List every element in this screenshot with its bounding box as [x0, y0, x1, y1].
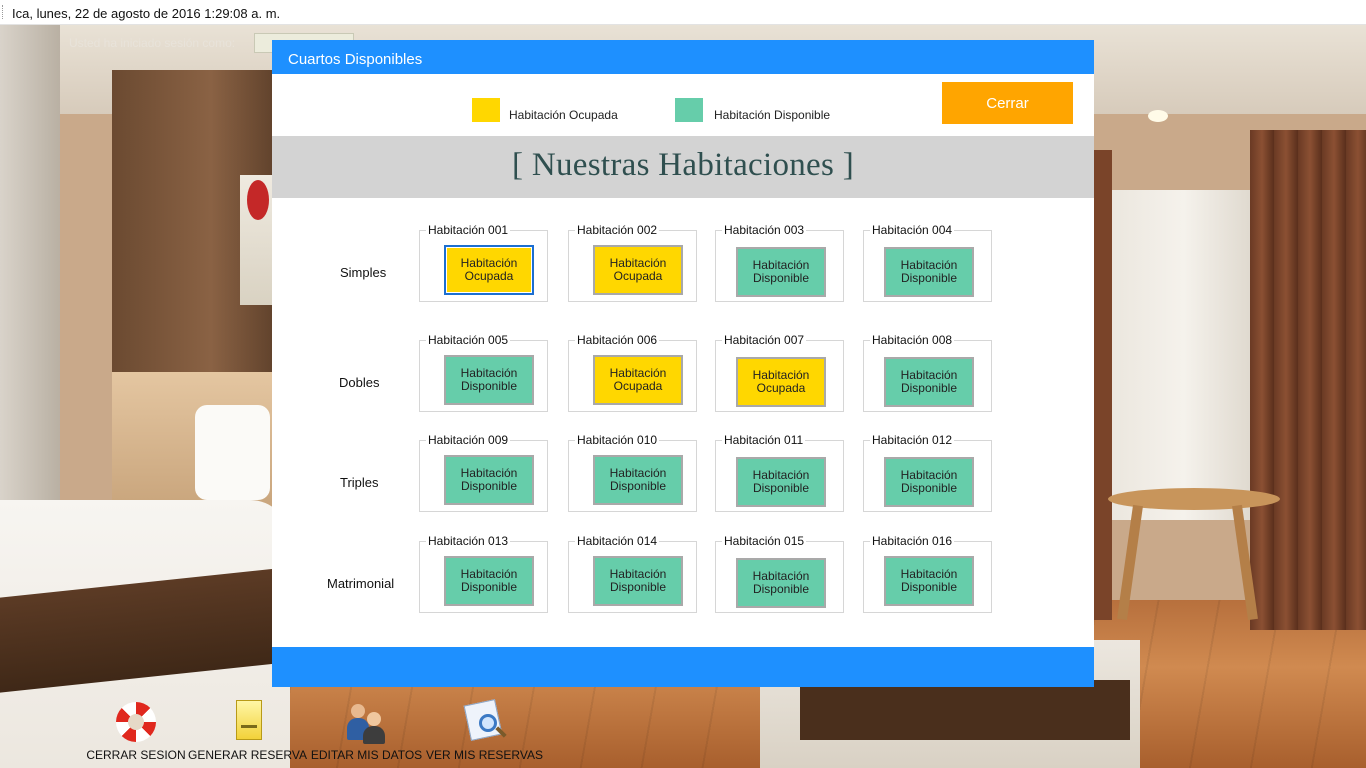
- status-datetime: Ica, lunes, 22 de agosto de 2016 1:29:08…: [12, 6, 281, 21]
- room-status-line2: Ocupada: [756, 381, 806, 395]
- room-button-009[interactable]: Habitación Disponible: [444, 455, 534, 505]
- room-status-line2: Disponible: [900, 481, 958, 495]
- room-group-001: Habitación 001 Habitación Ocupada: [419, 223, 548, 302]
- room-group-009: Habitación 009 Habitación Disponible: [419, 433, 548, 512]
- room-name: Habitación 012: [870, 433, 955, 447]
- room-group-004: Habitación 004 Habitación Disponible: [863, 223, 992, 302]
- dialog-title: Cuartos Disponibles: [288, 51, 423, 68]
- room-button-014[interactable]: Habitación Disponible: [593, 556, 683, 606]
- room-button-016[interactable]: Habitación Disponible: [884, 556, 974, 606]
- room-name: Habitación 014: [575, 534, 660, 548]
- room-group-006: Habitación 006 Habitación Ocupada: [568, 333, 697, 412]
- room-group-012: Habitación 012 Habitación Disponible: [863, 433, 992, 512]
- room-group-013: Habitación 013 Habitación Disponible: [419, 534, 548, 613]
- room-name: Habitación 010: [575, 433, 660, 447]
- search-document-icon: [461, 698, 509, 746]
- room-group-011: Habitación 011 Habitación Disponible: [715, 433, 844, 512]
- room-group-002: Habitación 002 Habitación Ocupada: [568, 223, 697, 302]
- room-button-013[interactable]: Habitación Disponible: [444, 556, 534, 606]
- create-reservation-label: GENERAR RESERVA: [188, 748, 307, 762]
- room-status-line2: Disponible: [460, 479, 518, 493]
- room-name: Habitación 007: [722, 333, 807, 347]
- room-group-010: Habitación 010 Habitación Disponible: [568, 433, 697, 512]
- room-status-line2: Disponible: [900, 381, 958, 395]
- room-status-line2: Disponible: [460, 379, 518, 393]
- dialog-titlebar: Cuartos Disponibles: [272, 40, 1094, 74]
- room-name: Habitación 002: [575, 223, 660, 237]
- room-status-line2: Ocupada: [464, 269, 514, 283]
- room-name: Habitación 001: [426, 223, 511, 237]
- room-name: Habitación 016: [870, 534, 955, 548]
- room-button-001[interactable]: Habitación Ocupada: [444, 245, 534, 295]
- logout-button[interactable]: CERRAR SESION: [86, 698, 186, 768]
- room-button-007[interactable]: Habitación Ocupada: [736, 357, 826, 407]
- room-name: Habitación 005: [426, 333, 511, 347]
- heading-band: [ Nuestras Habitaciones ]: [272, 136, 1094, 198]
- edit-profile-label: EDITAR MIS DATOS: [310, 748, 423, 762]
- lifebuoy-icon: [112, 698, 160, 746]
- room-button-006[interactable]: Habitación Ocupada: [593, 355, 683, 405]
- room-group-005: Habitación 005 Habitación Disponible: [419, 333, 548, 412]
- view-reservations-label: VER MIS RESERVAS: [426, 748, 543, 762]
- room-group-003: Habitación 003 Habitación Disponible: [715, 223, 844, 302]
- room-status-line2: Ocupada: [613, 379, 663, 393]
- status-bar-grip: [2, 5, 5, 19]
- view-reservations-button[interactable]: VER MIS RESERVAS: [426, 698, 543, 768]
- room-group-008: Habitación 008 Habitación Disponible: [863, 333, 992, 412]
- status-bar: Ica, lunes, 22 de agosto de 2016 1:29:08…: [0, 0, 1366, 25]
- legend-available-label: Habitación Disponible: [714, 108, 831, 122]
- room-group-015: Habitación 015 Habitación Disponible: [715, 534, 844, 613]
- room-status-line2: Ocupada: [613, 269, 663, 283]
- room-button-015[interactable]: Habitación Disponible: [736, 558, 826, 608]
- legend-occupied-swatch: [472, 98, 500, 122]
- legend-available-swatch: [675, 98, 703, 122]
- row-label-triples: Triples: [340, 475, 379, 490]
- room-group-016: Habitación 016 Habitación Disponible: [863, 534, 992, 613]
- room-status-line2: Disponible: [752, 481, 810, 495]
- room-status-line2: Disponible: [609, 580, 667, 594]
- room-name: Habitación 003: [722, 223, 807, 237]
- room-name: Habitación 013: [426, 534, 511, 548]
- edit-profile-button[interactable]: EDITAR MIS DATOS: [311, 698, 422, 768]
- legend-occupied-label: Habitación Ocupada: [509, 108, 618, 122]
- room-button-011[interactable]: Habitación Disponible: [736, 457, 826, 507]
- room-name: Habitación 011: [722, 433, 806, 447]
- row-label-matrimonial: Matrimonial: [327, 576, 395, 591]
- room-button-003[interactable]: Habitación Disponible: [736, 247, 826, 297]
- room-name: Habitación 008: [870, 333, 955, 347]
- room-button-012[interactable]: Habitación Disponible: [884, 457, 974, 507]
- session-label: Usted ha iniciado sesión como:: [69, 36, 236, 50]
- page-title: [ Nuestras Habitaciones ]: [512, 147, 854, 183]
- room-status-line2: Disponible: [752, 271, 810, 285]
- room-name: Habitación 006: [575, 333, 660, 347]
- document-icon: [224, 698, 272, 746]
- close-button[interactable]: Cerrar: [942, 82, 1073, 124]
- room-button-002[interactable]: Habitación Ocupada: [593, 245, 683, 295]
- users-icon: [343, 698, 391, 746]
- room-group-007: Habitación 007 Habitación Ocupada: [715, 333, 844, 412]
- room-name: Habitación 015: [722, 534, 807, 548]
- room-status-line2: Disponible: [609, 479, 667, 493]
- room-status-line2: Disponible: [460, 580, 518, 594]
- row-label-dobles: Dobles: [339, 375, 380, 390]
- room-status-line2: Disponible: [900, 271, 958, 285]
- room-button-005[interactable]: Habitación Disponible: [444, 355, 534, 405]
- logout-label: CERRAR SESION: [86, 748, 186, 762]
- room-status-line2: Disponible: [752, 582, 810, 596]
- room-name: Habitación 004: [870, 223, 955, 237]
- create-reservation-button[interactable]: GENERAR RESERVA: [188, 698, 307, 768]
- room-group-014: Habitación 014 Habitación Disponible: [568, 534, 697, 613]
- room-name: Habitación 009: [426, 433, 511, 447]
- room-button-010[interactable]: Habitación Disponible: [593, 455, 683, 505]
- room-button-008[interactable]: Habitación Disponible: [884, 357, 974, 407]
- room-button-004[interactable]: Habitación Disponible: [884, 247, 974, 297]
- room-status-line2: Disponible: [900, 580, 958, 594]
- rooms-dialog: Cuartos Disponibles Habitación Ocupada H…: [272, 40, 1094, 687]
- row-label-simples: Simples: [340, 265, 387, 280]
- dialog-footer: [272, 647, 1094, 687]
